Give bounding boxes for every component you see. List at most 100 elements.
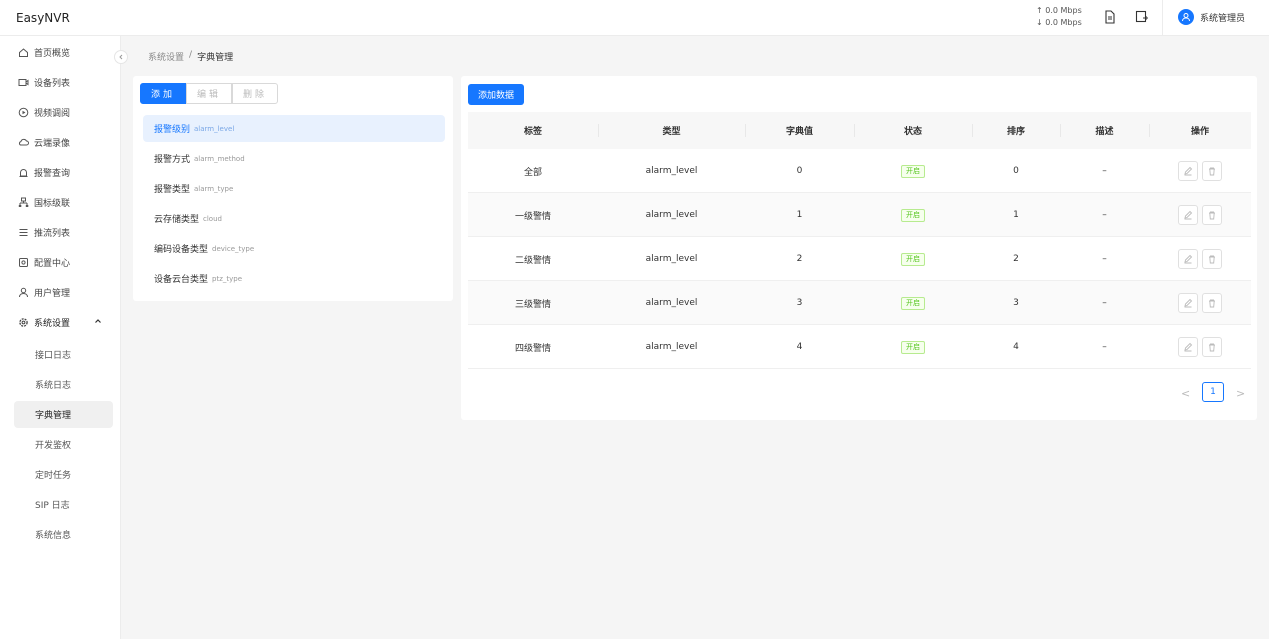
edit-row-button[interactable] [1178, 337, 1198, 357]
add-button[interactable]: 添加 [140, 83, 187, 104]
list-icon [17, 226, 29, 238]
header-divider [1162, 0, 1163, 36]
cloud-icon [17, 136, 29, 148]
dict-type-name: 设备云台类型 [154, 275, 209, 285]
page-number-button[interactable]: 1 [1202, 382, 1224, 402]
table-row: 四级警情 alarm_level 4 开启 4 – [468, 325, 1251, 369]
dict-type-item[interactable]: 编码设备类型 device_type [143, 235, 445, 262]
dict-type-item[interactable]: 报警级别 alarm_level [143, 115, 445, 142]
sidebar-item-label: 系统设置 [34, 318, 71, 329]
breadcrumb-current: 字典管理 [197, 53, 234, 63]
cell-value: 0 [796, 166, 803, 176]
user-avatar-icon [1182, 13, 1190, 22]
sidebar-collapse-button[interactable] [114, 50, 128, 64]
cell-sort: 1 [1013, 210, 1019, 220]
sidebar-item-stream[interactable]: 推流列表 [0, 217, 121, 247]
dict-type-name: 报警类型 [154, 185, 191, 195]
sidebar-item-label: 云端录像 [34, 138, 71, 149]
delete-row-button[interactable] [1202, 161, 1222, 181]
dict-type-item[interactable]: 云存储类型 cloud [143, 205, 445, 232]
delete-row-button[interactable] [1202, 205, 1222, 225]
dict-type-item[interactable]: 报警方式 alarm_method [143, 145, 445, 172]
sidebar-item-users[interactable]: 用户管理 [0, 277, 121, 307]
cell-status: 开启 [854, 325, 972, 369]
sidebar-item-alarm[interactable]: 报警查询 [0, 157, 121, 187]
cell-value: 4 [796, 342, 803, 352]
trash-icon [1209, 343, 1215, 352]
cell-sort: 4 [1013, 342, 1019, 352]
home-icon [17, 46, 29, 58]
sidebar-item-label: 报警查询 [34, 168, 71, 179]
sidebar-item-devices[interactable]: 设备列表 [0, 67, 121, 97]
dict-type-panel: 添加 编辑 删除 报警级别 alarm_level 报警方式 alarm_met… [133, 76, 453, 301]
dict-type-item[interactable]: 报警类型 alarm_type [143, 175, 445, 202]
dict-type-code: alarm_type [194, 184, 234, 193]
cell-type: alarm_level [645, 254, 698, 264]
edit-row-button[interactable] [1178, 161, 1198, 181]
edit-row-button[interactable] [1178, 249, 1198, 269]
sidebar-item-settings[interactable]: 系统设置 [0, 307, 121, 337]
export-icon[interactable] [1134, 9, 1150, 25]
column-header-sort: 排序 [1006, 127, 1025, 137]
cell-value: 2 [796, 254, 803, 264]
dict-type-name: 报警方式 [154, 155, 191, 165]
top-header: EasyNVR ↑ 0.0 Mbps ↓ 0.0 Mbps 系统管理员 [0, 0, 1269, 36]
sidebar-item-label: 国标级联 [34, 198, 71, 209]
delete-row-button[interactable] [1202, 337, 1222, 357]
chevron-up-icon [94, 317, 102, 328]
table-row: 三级警情 alarm_level 3 开启 3 – [468, 281, 1251, 325]
cell-label: 四级警情 [514, 343, 551, 354]
document-icon[interactable] [1102, 9, 1118, 25]
cell-sort: 3 [1013, 298, 1019, 308]
status-badge: 开启 [901, 208, 925, 222]
dict-type-code: cloud [203, 214, 222, 223]
dict-type-item[interactable]: 设备云台类型 ptz_type [143, 265, 445, 292]
cell-actions [1149, 281, 1251, 325]
app-title[interactable]: EasyNVR [16, 11, 70, 25]
prev-page-button[interactable]: < [1181, 387, 1190, 400]
edit-row-button[interactable] [1178, 293, 1198, 313]
delete-row-button[interactable] [1202, 293, 1222, 313]
dict-type-name: 报警级别 [154, 125, 191, 135]
user-icon [17, 286, 29, 298]
cell-label: 二级警情 [514, 255, 551, 266]
delete-button[interactable]: 删除 [232, 83, 279, 104]
delete-row-button[interactable] [1202, 249, 1222, 269]
device-icon [17, 76, 29, 88]
dict-type-code: device_type [212, 244, 255, 253]
next-page-button[interactable]: > [1236, 387, 1245, 400]
table-row: 一级警情 alarm_level 1 开启 1 – [468, 193, 1251, 237]
edit-button[interactable]: 编辑 [186, 83, 233, 104]
add-data-button[interactable]: 添加数据 [468, 84, 525, 105]
edit-icon [1184, 210, 1193, 220]
cell-sort: 0 [1013, 166, 1019, 176]
column-header-value: 字典值 [785, 127, 813, 137]
cell-label: 一级警情 [514, 211, 551, 222]
sidebar-item-home[interactable]: 首页概览 [0, 37, 121, 67]
sidebar-item-video[interactable]: 视频调阅 [0, 97, 121, 127]
cell-desc: – [1102, 210, 1107, 220]
cell-desc: – [1102, 342, 1107, 352]
sidebar-item-cascade[interactable]: 国标级联 [0, 187, 121, 217]
sidebar-sub-scheduled-tasks[interactable]: 定时任务 [14, 461, 113, 488]
sidebar-sub-sip-log[interactable]: SIP 日志 [14, 491, 113, 518]
sidebar-sub-system-log[interactable]: 系统日志 [14, 371, 113, 398]
breadcrumb-parent[interactable]: 系统设置 [148, 50, 184, 63]
user-menu[interactable]: 系统管理员 [1178, 9, 1245, 25]
sidebar-sub-system-info[interactable]: 系统信息 [14, 521, 113, 548]
sidebar-item-config[interactable]: 配置中心 [0, 247, 121, 277]
sidebar-item-label: 用户管理 [34, 288, 71, 299]
dict-data-table: 标签 类型 字典值 状态 排序 描述 操作 全部 alarm_level 0 开… [468, 112, 1251, 369]
sidebar-sub-api-log[interactable]: 接口日志 [14, 341, 113, 368]
edit-row-button[interactable] [1178, 205, 1198, 225]
sidebar-item-cloud[interactable]: 云端录像 [0, 127, 121, 157]
sidebar-sub-dev-auth[interactable]: 开发鉴权 [14, 431, 113, 458]
trash-icon [1209, 211, 1215, 220]
sidebar-item-label: 推流列表 [34, 228, 71, 239]
settings-icon [17, 316, 29, 328]
column-header-type: 类型 [662, 127, 681, 137]
sidebar-sub-dictionary[interactable]: 字典管理 [14, 401, 113, 428]
sidebar-item-label: 设备列表 [34, 78, 71, 89]
upload-speed: ↑ 0.0 Mbps [1036, 6, 1082, 15]
trash-icon [1209, 167, 1215, 176]
